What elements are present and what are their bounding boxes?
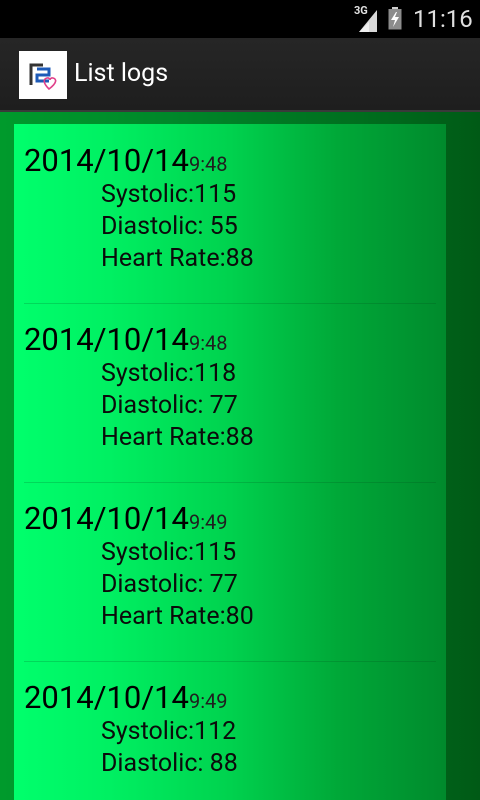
heart-rate-value: Heart Rate:88 (101, 244, 254, 273)
heart-rate-value: Heart Rate:80 (101, 602, 254, 631)
page-title: List logs (74, 59, 169, 88)
log-list[interactable]: 2014/10/149:48 Systolic:115 Diastolic: 5… (14, 124, 446, 800)
entry-time: 9:49 (188, 689, 228, 713)
systolic-value: Systolic:118 (101, 359, 237, 388)
action-bar: List logs (0, 38, 480, 112)
battery-charging-icon (388, 7, 402, 30)
list-item[interactable]: 2014/10/149:48 Systolic:118 Diastolic: 7… (14, 303, 446, 481)
signal-icon (359, 10, 377, 32)
entry-date: 2014/10/149:48 (24, 142, 228, 179)
entry-time: 9:48 (188, 152, 228, 176)
status-clock: 11:16 (413, 5, 473, 33)
diastolic-value: Diastolic: 88 (101, 749, 238, 778)
heart-rate-value: Heart Rate:88 (101, 423, 254, 452)
list-item[interactable]: 2014/10/149:49 Systolic:112 Diastolic: 8… (14, 661, 446, 800)
list-divider (24, 482, 436, 483)
systolic-value: Systolic:115 (101, 180, 237, 209)
entry-time: 9:48 (188, 331, 228, 355)
entry-date: 2014/10/149:48 (24, 321, 228, 358)
systolic-value: Systolic:115 (101, 538, 237, 567)
diastolic-value: Diastolic: 55 (101, 212, 238, 241)
systolic-value: Systolic:112 (101, 717, 237, 746)
app-logo-heart-icon[interactable] (19, 51, 67, 99)
entry-time: 9:49 (188, 510, 228, 534)
entry-date: 2014/10/149:49 (24, 500, 228, 537)
list-item[interactable]: 2014/10/149:48 Systolic:115 Diastolic: 5… (14, 124, 446, 302)
log-list-container: 2014/10/149:48 Systolic:115 Diastolic: 5… (0, 112, 480, 800)
entry-date: 2014/10/149:49 (24, 679, 228, 716)
diastolic-value: Diastolic: 77 (101, 570, 238, 599)
list-item[interactable]: 2014/10/149:49 Systolic:115 Diastolic: 7… (14, 482, 446, 660)
status-bar: 3G 11:16 (0, 0, 480, 38)
diastolic-value: Diastolic: 77 (101, 391, 238, 420)
list-divider (24, 661, 436, 662)
list-divider (24, 303, 436, 304)
